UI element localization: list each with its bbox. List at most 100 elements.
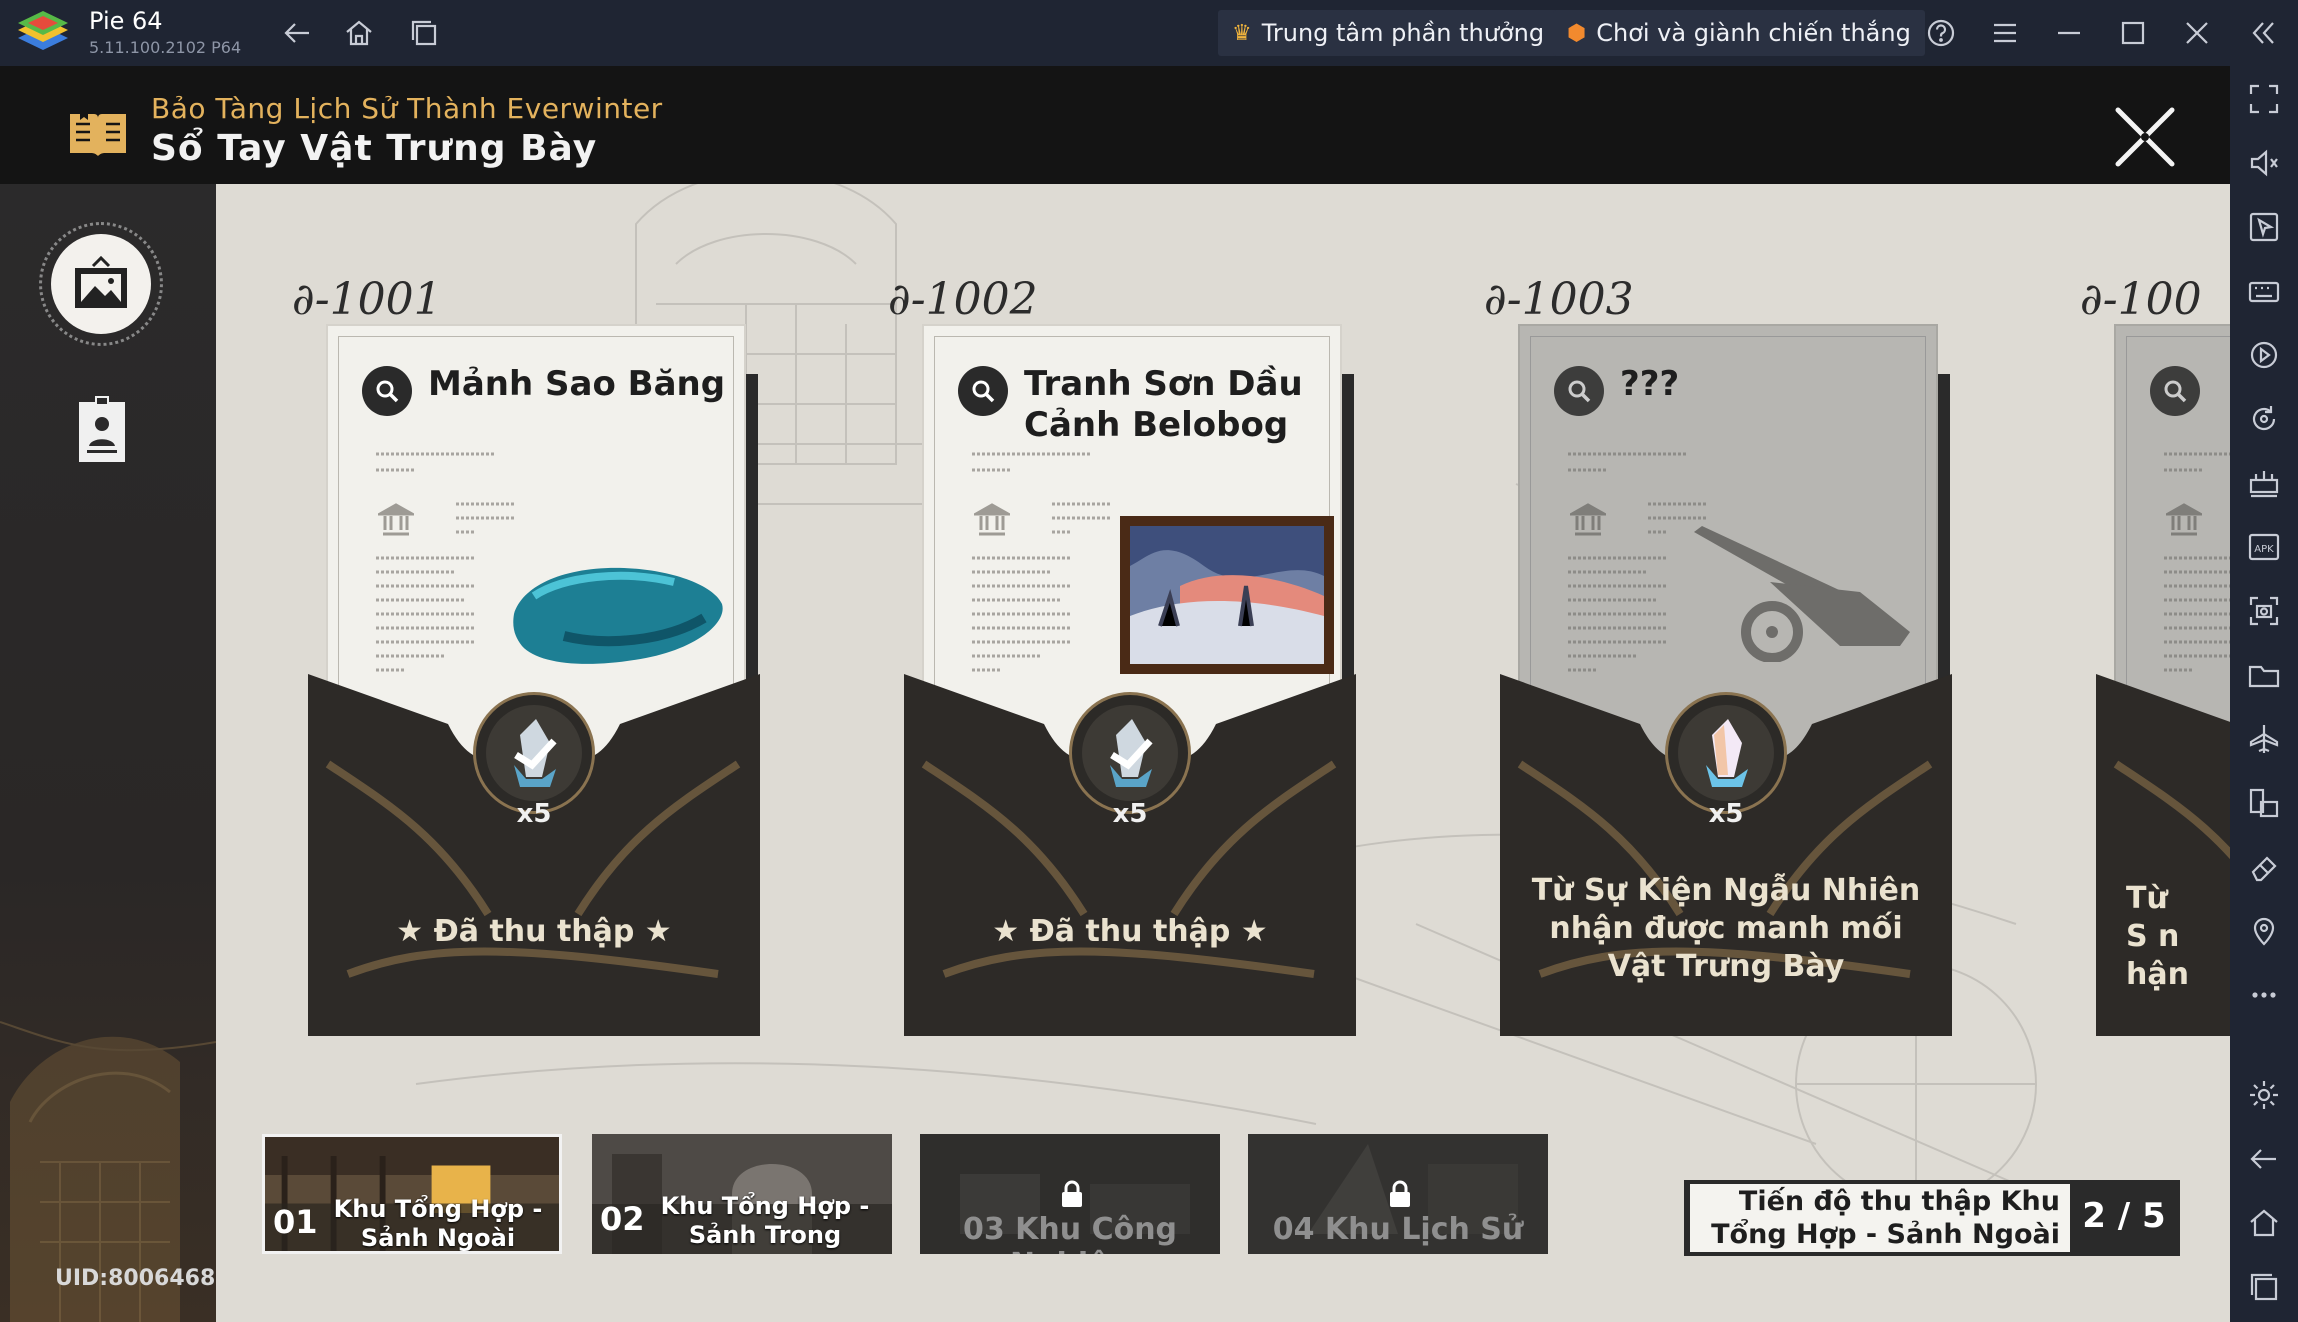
minimize-icon[interactable]	[2050, 14, 2088, 52]
rewards-center-button[interactable]: ♛ Trung tâm phần thưởng	[1218, 10, 1559, 56]
location-icon[interactable]	[2247, 914, 2281, 948]
hexagon-badge-icon: ⬢	[1567, 20, 1587, 46]
exhibit-gallery-nav-button[interactable]	[39, 222, 163, 346]
menu-icon[interactable]	[1986, 14, 2024, 52]
lock-icon	[1390, 1180, 1410, 1207]
crystal-reward-medal	[1665, 692, 1787, 814]
settings-icon[interactable]	[2247, 1078, 2281, 1112]
back-arrow-icon[interactable]	[278, 14, 316, 52]
lock-icon	[1062, 1180, 1082, 1207]
multi-instance-icon[interactable]	[2247, 786, 2281, 820]
magnifier-icon[interactable]	[1554, 366, 1604, 416]
museum-icon	[378, 503, 414, 536]
exhibit-collection-stage: ∂-1001 Mảnh Sao Băng x5 ★ Đã thu thập ★ …	[216, 184, 2230, 1322]
collected-status: ★ Đã thu thập ★	[396, 914, 672, 949]
area-number: 02	[600, 1200, 645, 1238]
game-left-nav: UID:800646885	[0, 184, 216, 1322]
close-window-icon[interactable]	[2178, 14, 2216, 52]
area-number: 01	[273, 1203, 318, 1241]
android-back-icon[interactable]	[2247, 1142, 2281, 1176]
area-tab-01[interactable]: 01 Khu Tổng Hợp - Sảnh Ngoài	[262, 1134, 562, 1254]
crystal-reward-medal	[473, 692, 595, 814]
exhibit-number: ∂-1003	[1484, 274, 1634, 325]
exhibit-title: Mảnh Sao Băng	[428, 364, 726, 404]
app-name: Pie 64	[89, 7, 163, 35]
user-uid: UID:800646885	[55, 1266, 216, 1291]
magnifier-icon[interactable]	[362, 366, 412, 416]
magnifier-icon[interactable]	[2150, 366, 2200, 416]
museum-icon	[2166, 503, 2202, 536]
macro-play-icon[interactable]	[2247, 338, 2281, 372]
building-sketch-decoration	[0, 1021, 216, 1322]
illegible-text-decoration	[972, 452, 1112, 672]
area-label-locked: 04 Khu Lịch Sử	[1272, 1212, 1524, 1247]
illegible-text-decoration	[1568, 452, 1708, 672]
folder-icon[interactable]	[2247, 658, 2281, 692]
fullscreen-icon[interactable]	[2247, 82, 2281, 116]
id-badge-nav-icon[interactable]	[75, 394, 129, 464]
home-icon[interactable]	[340, 14, 378, 52]
page-title: Sổ Tay Vật Trưng Bày	[151, 128, 598, 169]
app-version: 5.11.100.2102 P64	[89, 38, 242, 57]
volume-icon[interactable]	[2247, 146, 2281, 180]
rotate-icon[interactable]	[2247, 402, 2281, 436]
apk-install-icon[interactable]: APK	[2247, 530, 2281, 564]
cursor-lock-icon[interactable]	[2247, 210, 2281, 244]
crystal-icon	[1110, 719, 1153, 787]
clue-hint-text: Từ Sự Kiện Ngẫu Nhiên nhận được manh mối…	[1531, 873, 1921, 984]
collection-progress-label: Tiến độ thu thập Khu Tổng Hợp - Sảnh Ngo…	[1690, 1184, 2070, 1252]
exhibit-number: ∂-1001	[292, 274, 442, 325]
collection-progress-value: 2 / 5	[2082, 1196, 2166, 1236]
recent-apps-icon[interactable]	[2247, 1270, 2281, 1304]
collected-status: ★ Đã thu thập ★	[992, 914, 1268, 949]
collection-progress: Tiến độ thu thập Khu Tổng Hợp - Sảnh Ngo…	[1684, 1180, 2180, 1256]
exhibit-title: ???	[1620, 364, 1680, 404]
play-and-win-label: Chơi và giành chiến thắng	[1596, 19, 1911, 47]
keyboard-icon[interactable]	[2247, 274, 2281, 308]
help-icon[interactable]	[1922, 14, 1960, 52]
svg-text:APK: APK	[2254, 544, 2274, 555]
illegible-text-decoration	[2164, 452, 2230, 672]
museum-name: Bảo Tàng Lịch Sử Thành Everwinter	[151, 92, 663, 125]
maximize-icon[interactable]	[2114, 14, 2152, 52]
close-icon[interactable]	[2112, 104, 2178, 170]
cannon-silhouette-image	[1694, 526, 1910, 662]
belobog-oil-painting-image	[1120, 516, 1334, 674]
eraser-icon[interactable]	[2247, 850, 2281, 884]
more-options-icon[interactable]	[2247, 978, 2281, 1012]
multi-window-icon[interactable]	[405, 14, 443, 52]
game-header: Bảo Tàng Lịch Sử Thành Everwinter Sổ Tay…	[0, 66, 2230, 184]
exhibit-number: ∂-1002	[888, 274, 1038, 325]
magnifier-icon[interactable]	[958, 366, 1008, 416]
area-tab-02[interactable]: 02 Khu Tổng Hợp - Sảnh Trong	[592, 1134, 892, 1254]
emulator-side-toolbar: APK	[2230, 66, 2298, 1322]
area-label-locked: 03 Khu Công Nghiệp	[962, 1212, 1178, 1254]
area-tab-03-locked[interactable]: 03 Khu Công Nghiệp	[920, 1134, 1220, 1254]
reward-count: x5	[1708, 799, 1744, 829]
performance-icon[interactable]	[2247, 466, 2281, 500]
crystal-reward-medal	[1069, 692, 1191, 814]
exhibit-card-partial[interactable]: ∂-100 Từ S nhận	[2080, 274, 2230, 1036]
exhibit-title: Tranh Sơn Dầu Cảnh Belobog	[1024, 364, 1303, 445]
collapse-sidebar-icon[interactable]	[2244, 14, 2282, 52]
play-and-win-button[interactable]: ⬢ Chơi và giành chiến thắng	[1553, 10, 1925, 56]
museum-icon	[974, 503, 1010, 536]
exhibit-card-1001[interactable]: ∂-1001 Mảnh Sao Băng x5 ★ Đã thu thập ★	[292, 274, 760, 1036]
reward-count: x5	[516, 799, 552, 829]
exhibit-card-1002[interactable]: ∂-1002 Tranh Sơn Dầu Cảnh Belobog x5 ★ Đ…	[888, 274, 1356, 1036]
area-tab-04-locked[interactable]: 04 Khu Lịch Sử	[1248, 1134, 1548, 1254]
airplane-mode-icon[interactable]	[2247, 722, 2281, 756]
area-label: Khu Tổng Hợp - Sảnh Ngoài	[333, 1195, 543, 1252]
rewards-center-label: Trung tâm phần thưởng	[1261, 19, 1545, 47]
android-home-icon[interactable]	[2247, 1206, 2281, 1240]
clue-hint-text: Từ S nhận	[2126, 881, 2189, 992]
exhibit-number: ∂-100	[2080, 274, 2202, 325]
illegible-text-decoration	[376, 452, 516, 672]
area-label: Khu Tổng Hợp - Sảnh Trong	[660, 1192, 870, 1249]
reward-count: x5	[1112, 799, 1148, 829]
exhibit-card-1003[interactable]: ∂-1003 ??? x5 Từ Sự Kiện Ngẫu Nhiên nhận…	[1484, 274, 1952, 1036]
crystal-icon	[514, 719, 557, 787]
crown-icon: ♛	[1232, 20, 1252, 46]
screenshot-icon[interactable]	[2247, 594, 2281, 628]
framed-picture-icon	[75, 256, 127, 308]
